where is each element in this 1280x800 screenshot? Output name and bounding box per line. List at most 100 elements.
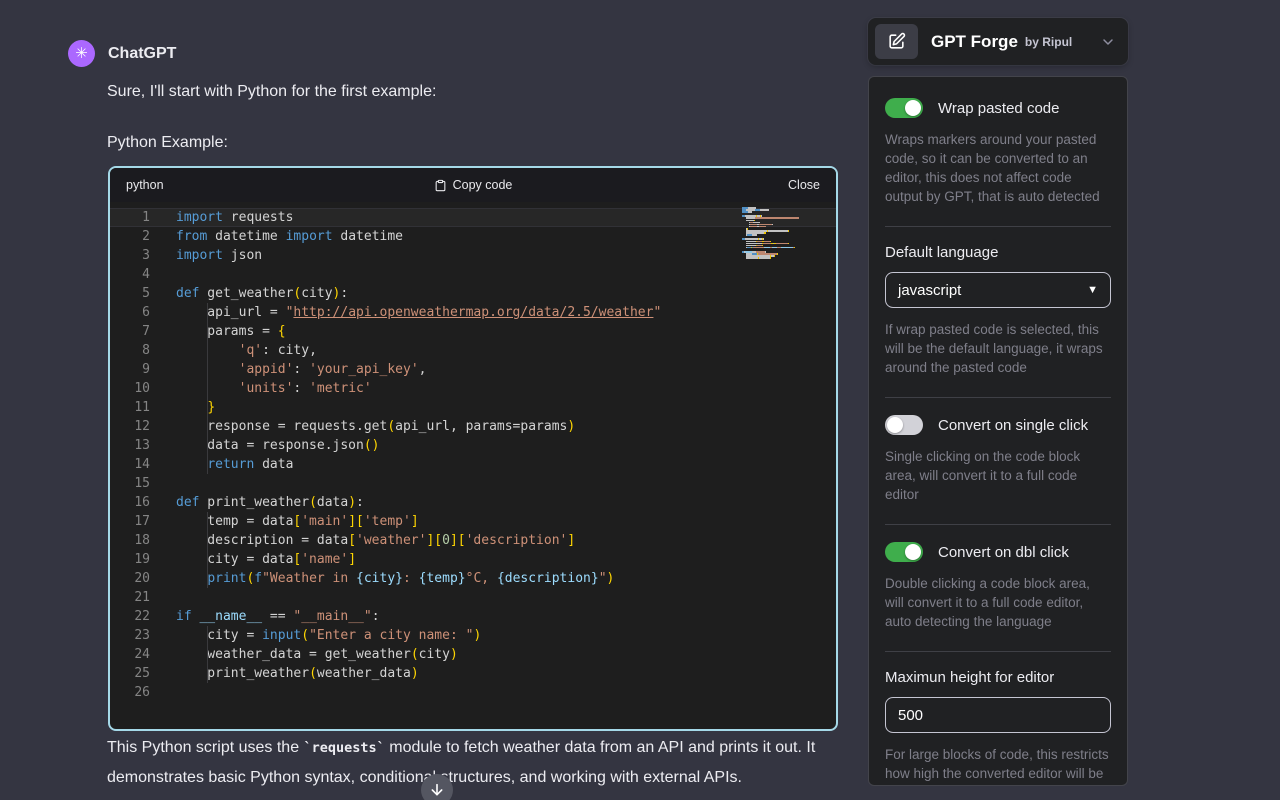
close-button[interactable]: Close — [620, 178, 820, 192]
indent-guide — [207, 512, 208, 531]
setting-description: If wrap pasted code is selected, this wi… — [885, 320, 1111, 377]
code-line[interactable]: 3import json — [110, 246, 836, 265]
convert-on-single-click-label: Convert on single click — [938, 417, 1088, 434]
sender-name: ChatGPT — [108, 45, 176, 63]
code-editor-area[interactable]: 1import requests2from datetime import da… — [110, 202, 836, 729]
line-number: 14 — [110, 455, 150, 474]
code-line-content: response = requests.get(api_url, params=… — [176, 417, 575, 436]
copy-code-button[interactable]: Copy code — [326, 178, 620, 192]
indent-guide — [207, 303, 208, 322]
code-line-content: weather_data = get_weather(city) — [176, 645, 458, 664]
line-number: 26 — [110, 683, 150, 702]
chatgpt-avatar: ✳ — [68, 40, 95, 67]
line-number: 23 — [110, 626, 150, 645]
line-number: 2 — [110, 227, 150, 246]
selected-value: javascript — [898, 282, 961, 299]
line-number: 13 — [110, 436, 150, 455]
edit-pencil-icon — [887, 32, 906, 51]
indent-guide — [207, 645, 208, 664]
code-line-content: import json — [176, 246, 262, 265]
code-line[interactable]: 11 } — [110, 398, 836, 417]
code-line[interactable]: 21 — [110, 588, 836, 607]
line-number: 22 — [110, 607, 150, 626]
code-line[interactable]: 20 print(f"Weather in {city}: {temp}°C, … — [110, 569, 836, 588]
code-line[interactable]: 12 response = requests.get(api_url, para… — [110, 417, 836, 436]
scroll-to-bottom-button[interactable] — [421, 774, 453, 800]
default-language-label: Default language — [885, 244, 1111, 261]
code-line[interactable]: 22if __name__ == "__main__": — [110, 607, 836, 626]
outro-before: This Python script uses the — [107, 739, 304, 756]
convert-on-single-click-toggle[interactable] — [885, 415, 923, 435]
code-line-content: def get_weather(city): — [176, 284, 348, 303]
extension-icon-tile — [875, 24, 918, 59]
wrap-pasted-code-label: Wrap pasted code — [938, 100, 1059, 117]
code-line-content: 'appid': 'your_api_key', — [176, 360, 426, 379]
maximun-height-for-editor-label: Maximun height for editor — [885, 669, 1111, 686]
setting-description: Double clicking a code block area, will … — [885, 574, 1111, 631]
maximun-height-for-editor-input[interactable] — [885, 697, 1111, 733]
code-line[interactable]: 18 description = data['weather'][0]['des… — [110, 531, 836, 550]
extension-title: GPT Forge — [931, 32, 1018, 52]
code-line[interactable]: 13 data = response.json() — [110, 436, 836, 455]
code-line-content: description = data['weather'][0]['descri… — [176, 531, 575, 550]
line-number: 16 — [110, 493, 150, 512]
default-language-select[interactable]: javascript▼ — [885, 272, 1111, 308]
code-line[interactable]: 4 — [110, 265, 836, 284]
code-line[interactable]: 24 weather_data = get_weather(city) — [110, 645, 836, 664]
message-intro-text: Sure, I'll start with Python for the fir… — [107, 80, 848, 104]
line-number: 4 — [110, 265, 150, 284]
code-line[interactable]: 16 def print_weather(data): — [110, 493, 836, 512]
indent-guide — [207, 379, 208, 398]
code-line-content: data = response.json() — [176, 436, 380, 455]
extension-header[interactable]: GPT Forge by Ripul — [868, 18, 1128, 65]
code-line-content: api_url = "http://api.openweathermap.org… — [176, 303, 661, 322]
editor-minimap[interactable] — [742, 207, 800, 261]
indent-guide — [207, 436, 208, 455]
indent-guide — [207, 398, 208, 417]
code-line[interactable]: 10 'units': 'metric' — [110, 379, 836, 398]
line-number: 25 — [110, 664, 150, 683]
code-line[interactable]: 1import requests — [110, 208, 836, 227]
line-number: 17 — [110, 512, 150, 531]
code-line[interactable]: 26 — [110, 683, 836, 702]
line-number: 12 — [110, 417, 150, 436]
code-line[interactable]: 14 return data — [110, 455, 836, 474]
code-line[interactable]: 15 — [110, 474, 836, 493]
code-line-content: } — [176, 398, 215, 417]
code-line[interactable]: 6 api_url = "http://api.openweathermap.o… — [110, 303, 836, 322]
line-number: 8 — [110, 341, 150, 360]
code-line-content: def print_weather(data): — [176, 493, 364, 512]
setting-description: For large blocks of code, this restricts… — [885, 745, 1111, 783]
code-line[interactable]: 19 city = data['name'] — [110, 550, 836, 569]
message-outro-text: This Python script uses the `requests` m… — [107, 733, 839, 792]
code-line[interactable]: 2from datetime import datetime — [110, 227, 836, 246]
code-line-content: print_weather(weather_data) — [176, 664, 419, 683]
convert-on-dbl-click-toggle[interactable] — [885, 542, 923, 562]
chevron-down-icon[interactable] — [1100, 34, 1116, 50]
code-line[interactable]: 8 'q': city, — [110, 341, 836, 360]
indent-guide — [207, 417, 208, 436]
code-line[interactable]: 5def get_weather(city): — [110, 284, 836, 303]
indent-guide — [207, 322, 208, 341]
code-line[interactable]: 25 print_weather(weather_data) — [110, 664, 836, 683]
code-line[interactable]: 9 'appid': 'your_api_key', — [110, 360, 836, 379]
message-header: ✳ ChatGPT — [68, 40, 848, 67]
clipboard-icon — [434, 179, 447, 192]
setting-section-wrap-pasted-code: Wrap pasted codeWraps markers around you… — [885, 81, 1111, 226]
code-line[interactable]: 23 city = input("Enter a city name: ") — [110, 626, 836, 645]
wrap-pasted-code-toggle[interactable] — [885, 98, 923, 118]
line-number: 7 — [110, 322, 150, 341]
setting-section-convert-on-dbl-click: Convert on dbl clickDouble clicking a co… — [885, 524, 1111, 651]
line-number: 6 — [110, 303, 150, 322]
code-block[interactable]: python Copy code Close 1import requests2… — [108, 166, 838, 731]
code-line[interactable]: 17 temp = data['main']['temp'] — [110, 512, 836, 531]
copy-code-label: Copy code — [453, 178, 513, 192]
indent-guide — [207, 360, 208, 379]
indent-guide — [207, 341, 208, 360]
line-number: 10 — [110, 379, 150, 398]
indent-guide — [207, 531, 208, 550]
indent-guide — [207, 455, 208, 474]
openai-logo-icon: ✳ — [75, 46, 88, 61]
code-line[interactable]: 7 params = { — [110, 322, 836, 341]
setting-section-default-language: Default language javascript▼ If wrap paste… — [885, 226, 1111, 397]
